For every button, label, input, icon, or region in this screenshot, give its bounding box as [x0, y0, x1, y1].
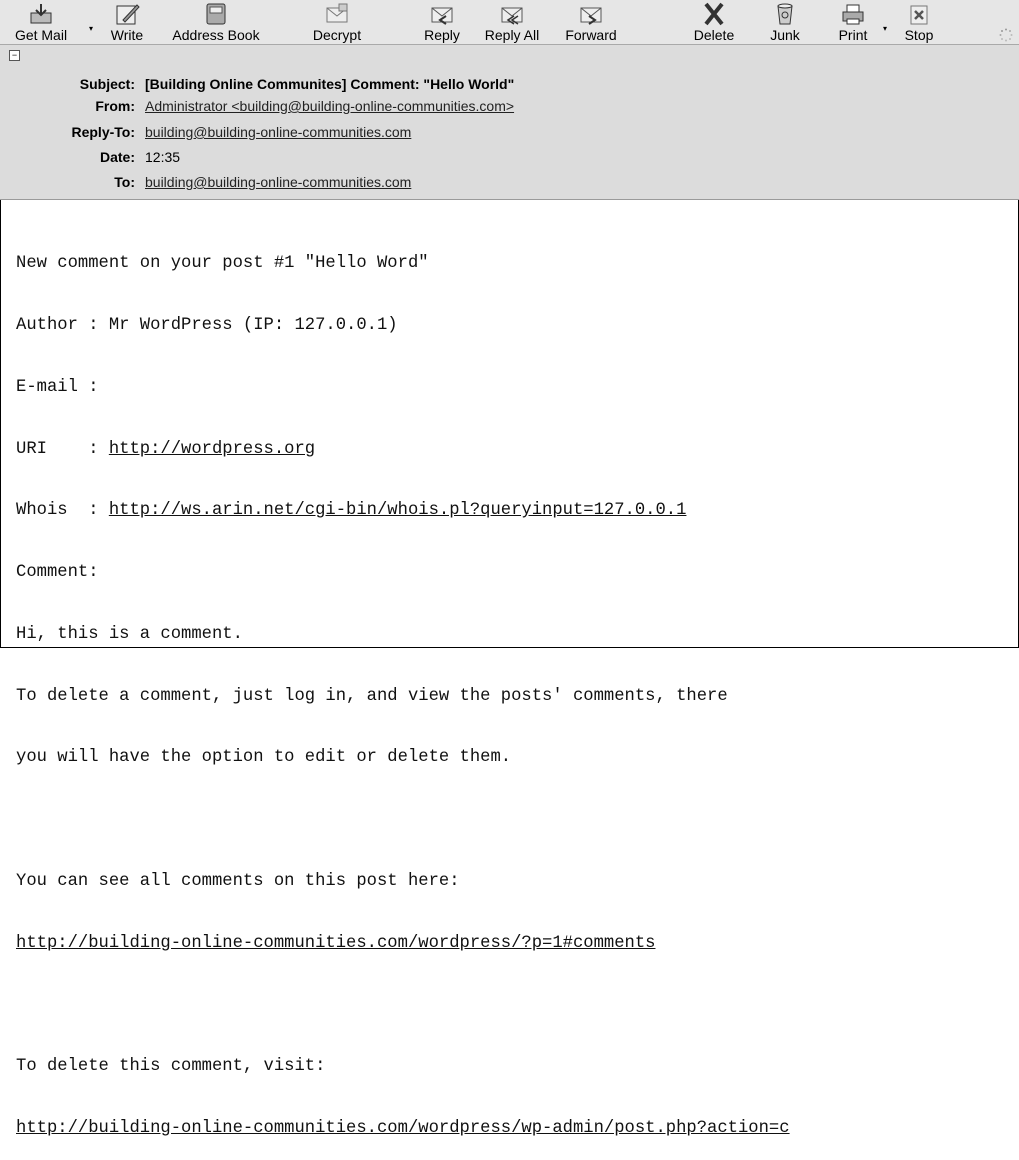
body-line: E-mail : — [16, 377, 99, 397]
address-book-label: Address Book — [172, 27, 260, 43]
header-row-subject: Subject: [Building Online Communites] Co… — [0, 76, 1019, 98]
delete-comment-link[interactable]: http://building-online-communities.com/w… — [16, 1119, 790, 1138]
whois-link[interactable]: http://ws.arin.net/cgi-bin/whois.pl?quer… — [109, 501, 687, 520]
write-label: Write — [110, 27, 144, 43]
reply-icon — [431, 7, 453, 25]
from-label: From: — [95, 98, 135, 114]
body-blank-line — [16, 810, 1016, 831]
throbber-icon — [999, 28, 1013, 42]
body-line: To delete this comment, visit: — [16, 1057, 326, 1077]
reply-all-label: Reply All — [484, 27, 540, 43]
whois-label: Whois : — [16, 501, 109, 521]
message-body: New comment on your post #1 "Hello Word"… — [16, 213, 1016, 1160]
body-line: Author : Mr WordPress (IP: 127.0.0.1) — [16, 315, 398, 335]
print-button[interactable]: Print — [828, 0, 878, 45]
subject-label: Subject: — [79, 76, 135, 92]
get-mail-button[interactable]: Get Mail — [4, 0, 78, 45]
write-icon — [116, 4, 140, 25]
from-link[interactable]: Administrator <building@building-online-… — [145, 98, 514, 114]
message-header-pane: − Subject: [Building Online Communites] … — [0, 45, 1019, 200]
get-mail-dropdown-icon[interactable]: ▾ — [89, 24, 93, 33]
header-row-date: Date: 12:35 — [0, 149, 1019, 171]
reply-button[interactable]: Reply — [414, 0, 470, 45]
print-label: Print — [838, 27, 868, 43]
body-line: You can see all comments on this post he… — [16, 872, 460, 891]
print-dropdown-icon[interactable]: ▾ — [883, 24, 887, 33]
address-book-button[interactable]: Address Book — [158, 0, 274, 45]
forward-icon — [580, 7, 602, 25]
decrypt-icon — [326, 3, 348, 23]
address-book-icon — [206, 3, 226, 25]
toolbar: Get Mail ▾ Write Address Book Decrypt Re… — [0, 0, 1019, 45]
stop-button[interactable]: Stop — [896, 0, 942, 45]
print-icon — [842, 4, 864, 25]
uri-label: URI : — [16, 439, 109, 459]
body-blank-line — [16, 996, 1016, 1017]
uri-link[interactable]: http://wordpress.org — [109, 440, 315, 459]
delete-button[interactable]: Delete — [686, 0, 742, 45]
to-label: To: — [114, 174, 135, 190]
junk-label: Junk — [770, 27, 800, 43]
header-row-reply-to: Reply-To: building@building-online-commu… — [0, 124, 1019, 146]
body-line: To delete a comment, just log in, and vi… — [16, 686, 728, 706]
reply-to-label: Reply-To: — [71, 124, 135, 140]
get-mail-label: Get Mail — [14, 27, 68, 43]
header-row-to: To: building@building-online-communities… — [0, 174, 1019, 196]
junk-icon — [777, 3, 793, 25]
to-link[interactable]: building@building-online-communities.com — [145, 174, 411, 190]
reply-to-link[interactable]: building@building-online-communities.com — [145, 124, 411, 140]
forward-button[interactable]: Forward — [556, 0, 626, 45]
date-label: Date: — [99, 149, 135, 165]
forward-label: Forward — [565, 27, 617, 43]
reply-all-icon — [501, 7, 523, 25]
stop-label: Stop — [904, 27, 934, 43]
reply-label: Reply — [424, 27, 460, 43]
decrypt-button[interactable]: Decrypt — [298, 0, 376, 45]
decrypt-label: Decrypt — [312, 27, 362, 43]
get-mail-icon — [30, 4, 52, 24]
stop-icon — [910, 5, 928, 25]
body-line-whois: Whois : http://ws.arin.net/cgi-bin/whois… — [16, 501, 1016, 522]
comments-link[interactable]: http://building-online-communities.com/w… — [16, 934, 655, 953]
delete-icon — [704, 2, 724, 26]
body-line: New comment on your post #1 "Hello Word" — [16, 254, 429, 274]
body-line-uri: URI : http://wordpress.org — [16, 440, 1016, 461]
body-line: you will have the option to edit or dele… — [16, 748, 512, 768]
junk-button[interactable]: Junk — [762, 0, 808, 45]
body-line: Hi, this is a comment. — [16, 624, 243, 644]
body-line: Comment: — [16, 563, 99, 583]
delete-label: Delete — [693, 27, 735, 43]
date-value: 12:35 — [145, 149, 181, 165]
subject-value: [Building Online Communites] Comment: "H… — [145, 76, 515, 92]
header-row-from: From: Administrator <building@building-o… — [0, 98, 1019, 120]
reply-all-button[interactable]: Reply All — [472, 0, 552, 45]
collapse-headers-icon[interactable]: − — [9, 50, 20, 61]
write-button[interactable]: Write — [104, 0, 150, 45]
